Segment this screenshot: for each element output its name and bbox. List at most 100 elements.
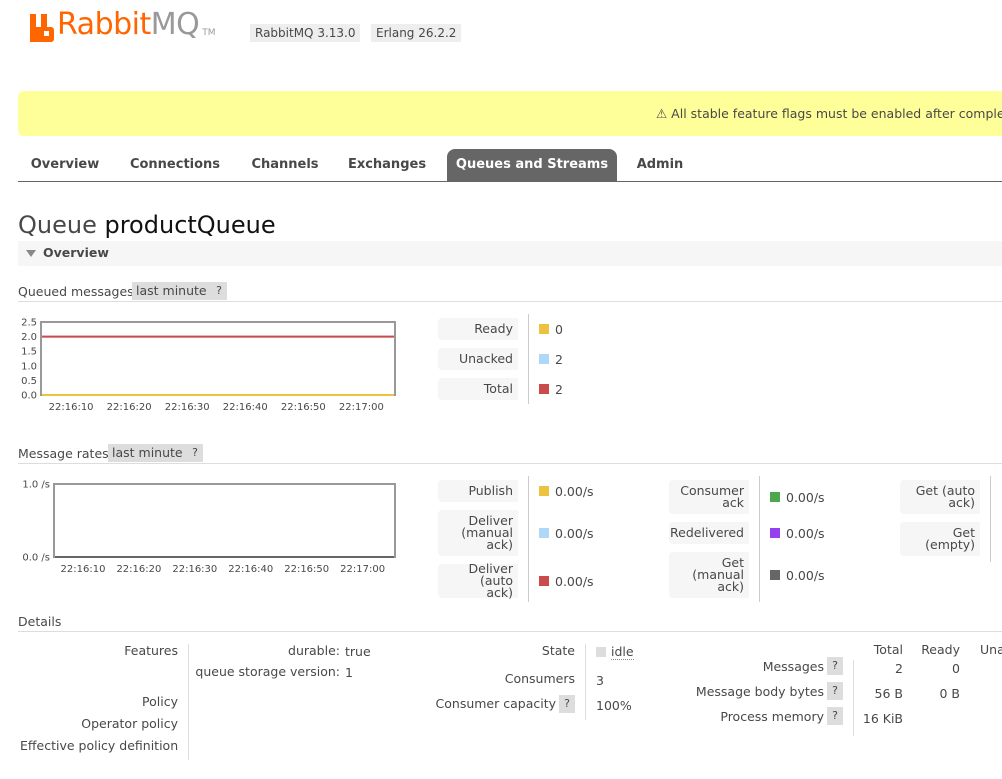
rates-chart-xtick-label: 22:16:40 (228, 564, 273, 575)
legend-value-total: 2 (539, 382, 563, 397)
queued-chart-xtick-label: 22:17:00 (339, 402, 384, 413)
rate-label-get-empty: Get (empty) (900, 522, 980, 556)
stat-label-process-memory: Process memory (720, 709, 824, 724)
queue-name: productQueue (104, 211, 276, 239)
consumer-capacity-label: Consumer capacity (435, 696, 556, 711)
rates-divider-3 (990, 476, 991, 562)
rates-divider-1 (528, 476, 529, 602)
legend-label-unacked: Unacked (438, 348, 518, 370)
message-body-bytes-help-button[interactable]: ? (827, 682, 843, 700)
tab-queues-and-streams[interactable]: Queues and Streams (447, 149, 617, 181)
rates-chart-ytick-label: 0.0 /s (22, 553, 50, 564)
durable-key: durable: (288, 643, 340, 658)
queued-chart-xtick-label: 22:16:30 (165, 402, 210, 413)
legend-divider (528, 314, 529, 404)
queued-chart-xtick-label: 22:16:20 (107, 402, 152, 413)
queued-messages-range-selector[interactable]: last minute (132, 282, 211, 300)
rate-label-deliver-manual-ack: Deliver (manual ack) (438, 510, 518, 556)
effective-policy-label: Effective policy definition (20, 738, 179, 753)
queued-chart-xtick-label: 22:16:10 (49, 402, 94, 413)
rate-value-get-manual-ack: 0.00/s (770, 568, 825, 583)
rate-label-get-manual-ack: Get (manual ack) (669, 552, 749, 598)
message-rates-chart-svg: 1.0 /s 0.0 /s 22:16:10 22:16:20 22:16:30 22:1… (22, 480, 396, 575)
rate-value-consumer-ack: 0.00/s (770, 490, 825, 505)
feature-flags-warning-banner: ⚠ All stable feature flags must be enabl… (18, 91, 1002, 136)
queued-chart-ytick-label: 0.0 (21, 391, 37, 402)
message-rates-help-button[interactable]: ? (187, 444, 203, 462)
rates-chart-xtick-label: 22:16:30 (172, 564, 217, 575)
overview-section-toggle[interactable]: Overview (18, 241, 1002, 266)
legend-value-ready: 0 (539, 322, 563, 337)
queued-messages-header: Queued messages last minute ? (18, 282, 1002, 302)
messages-help-button[interactable]: ? (827, 657, 843, 675)
queued-messages-help-button[interactable]: ? (211, 282, 227, 300)
overview-section-title: Overview (43, 245, 109, 260)
policy-label: Policy (142, 694, 178, 709)
queued-chart-xtick-label: 22:16:50 (281, 402, 326, 413)
details-divider-3 (853, 660, 854, 736)
stat-messages-ready: 0 (952, 661, 960, 676)
rate-label-publish: Publish (438, 480, 518, 502)
stats-header-unacked: Una (980, 642, 1002, 657)
page-title-prefix: Queue (18, 211, 97, 239)
stat-label-messages: Messages (762, 659, 824, 674)
rabbitmq-logo[interactable]: Rabbit MQ TM (30, 6, 216, 42)
main-nav-tabs: Overview Connections Channels Exchanges … (18, 149, 1002, 182)
details-divider-2 (585, 644, 586, 720)
queued-chart-ytick-label: 0.5 (21, 376, 37, 387)
details-label: Details (18, 614, 62, 629)
rate-value-deliver-auto-ack: 0.00/s (539, 574, 594, 589)
stat-body-bytes-ready: 0 B (939, 686, 960, 701)
message-rates-range-selector[interactable]: last minute (108, 444, 187, 462)
rate-label-consumer-ack: Consumer ack (669, 480, 749, 514)
storage-version-key: queue storage version: (195, 664, 340, 679)
consumer-capacity-help-button[interactable]: ? (559, 695, 575, 713)
durable-value: true (345, 644, 371, 659)
page-title: Queue productQueue (18, 211, 276, 239)
tab-exchanges[interactable]: Exchanges (342, 149, 432, 181)
queued-messages-chart: 2.5 2.0 1.5 1.0 0.5 0.0 22:16:10 22:16:20 22:16:… (10, 314, 410, 418)
queued-chart-plot-frame (40, 321, 396, 396)
rates-chart-plot-frame (53, 483, 396, 558)
logo-text-rabbit: Rabbit (57, 7, 151, 42)
queued-chart-ytick-label: 2.5 (21, 318, 37, 329)
consumers-value: 3 (596, 673, 604, 688)
message-rates-chart: 1.0 /s 0.0 /s 22:16:10 22:16:20 22:16:30 22:1… (10, 476, 420, 580)
queued-chart-xtick-label: 22:16:40 (223, 402, 268, 413)
operator-policy-label: Operator policy (81, 716, 178, 731)
rate-value-deliver-manual-ack: 0.00/s (539, 526, 594, 541)
rates-chart-xtick-label: 22:17:00 (340, 564, 385, 575)
logo-text-mq: MQ (150, 7, 200, 42)
tab-overview[interactable]: Overview (18, 149, 112, 181)
tab-connections[interactable]: Connections (122, 149, 228, 181)
rabbit-logo-icon (30, 14, 54, 42)
stat-process-memory-total: 16 KiB (862, 711, 903, 726)
stats-header-total: Total (873, 642, 903, 657)
stat-label-message-body-bytes: Message body bytes (695, 684, 824, 699)
rates-chart-xtick-label: 22:16:20 (116, 564, 161, 575)
rate-value-redelivered: 0.00/s (770, 526, 825, 541)
storage-version-value: 1 (345, 665, 353, 680)
message-rates-header: Message rates last minute ? (18, 444, 1002, 464)
stat-body-bytes-total: 56 B (874, 686, 903, 701)
tab-admin[interactable]: Admin (630, 149, 690, 181)
details-header: Details (18, 612, 1002, 632)
legend-value-unacked: 2 (539, 352, 563, 367)
state-label: State (541, 643, 575, 658)
consumers-label: Consumers (504, 671, 575, 686)
queued-messages-label: Queued messages (18, 284, 134, 299)
stat-messages-total: 2 (895, 661, 903, 676)
queued-chart-ytick-label: 2.0 (21, 332, 37, 343)
consumer-capacity-value: 100% (596, 698, 632, 713)
rates-chart-xtick-label: 22:16:10 (61, 564, 106, 575)
process-memory-help-button[interactable]: ? (827, 707, 843, 725)
queued-chart-ytick-label: 1.5 (21, 347, 37, 358)
tab-channels[interactable]: Channels (242, 149, 328, 181)
rates-divider-2 (759, 476, 760, 602)
stats-header-ready: Ready (921, 642, 960, 657)
legend-label-total: Total (438, 378, 518, 400)
logo-trademark: TM (202, 28, 216, 38)
rate-value-publish: 0.00/s (539, 484, 594, 499)
rates-chart-ytick-label: 1.0 /s (22, 480, 50, 491)
erlang-version-badge: Erlang 26.2.2 (371, 24, 462, 42)
